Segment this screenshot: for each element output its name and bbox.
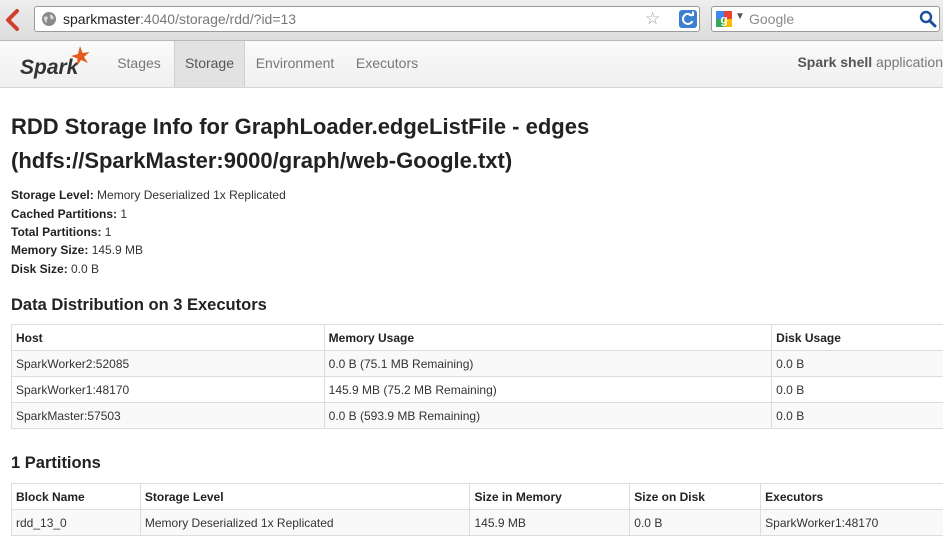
disk-usage-cell: 0.0 B — [771, 350, 943, 377]
memory-size-value: 145.9 MB — [88, 243, 144, 257]
partitions-table: Block Name Storage Level Size in Memory … — [11, 483, 943, 536]
size-on-disk-cell: 0.0 B — [629, 509, 762, 536]
memory-size-info: Memory Size: 145.9 MB — [11, 243, 143, 257]
table-row: SparkWorker1:48170 145.9 MB (75.2 MB Rem… — [11, 376, 943, 403]
cached-partitions-label: Cached Partitions: — [11, 207, 118, 221]
size-in-memory-cell: 145.9 MB — [469, 509, 631, 536]
table-row: rdd_13_0 Memory Deserialized 1x Replicat… — [11, 509, 943, 536]
column-header-memory-usage[interactable]: Memory Usage — [323, 324, 773, 351]
disk-size-info: Disk Size: 0.0 B — [11, 262, 99, 276]
url-host: sparkmaster — [63, 11, 141, 27]
column-header-storage-level[interactable]: Storage Level — [139, 483, 471, 510]
application-title: Spark shell application — [797, 41, 943, 87]
column-header-size-on-disk[interactable]: Size on Disk — [629, 483, 762, 510]
distribution-table: Host Memory Usage Disk Usage SparkWorker… — [11, 324, 943, 429]
storage-level-info: Storage Level: Memory Deserialized 1x Re… — [11, 188, 286, 202]
disk-size-value: 0.0 B — [67, 262, 100, 276]
globe-icon — [42, 12, 56, 26]
storage-level-label: Storage Level: — [11, 188, 94, 202]
block-name-cell: rdd_13_0 — [11, 509, 141, 536]
page-title: RDD Storage Info for GraphLoader.edgeLis… — [11, 114, 590, 173]
cached-partitions-info: Cached Partitions: 1 — [11, 207, 127, 221]
table-header-row: Block Name Storage Level Size in Memory … — [11, 483, 943, 510]
search-icon[interactable] — [919, 10, 937, 28]
storage-level-value: Memory Deserialized 1x Replicated — [93, 188, 286, 202]
memory-size-label: Memory Size: — [11, 243, 89, 257]
google-icon: g — [716, 11, 732, 27]
url-bar[interactable]: sparkmaster:4040/storage/rdd/?id=13 ☆ — [34, 6, 700, 32]
host-cell: SparkWorker1:48170 — [11, 376, 325, 403]
disk-usage-cell: 0.0 B — [771, 402, 943, 429]
column-header-executors[interactable]: Executors — [760, 483, 943, 510]
table-row: SparkMaster:57503 0.0 B (593.9 MB Remain… — [11, 402, 943, 429]
executors-cell: SparkWorker1:48170 — [760, 509, 943, 536]
memory-usage-cell: 0.0 B (75.1 MB Remaining) — [323, 350, 773, 377]
column-header-disk-usage[interactable]: Disk Usage — [771, 324, 943, 351]
browser-toolbar: sparkmaster:4040/storage/rdd/?id=13 ☆ g … — [0, 0, 943, 41]
distribution-title: Data Distribution on 3 Executors — [11, 296, 267, 314]
tab-environment[interactable]: Environment — [245, 41, 345, 87]
search-bar[interactable]: g ▼ Google — [711, 6, 940, 32]
storage-level-cell: Memory Deserialized 1x Replicated — [139, 509, 471, 536]
tab-stages[interactable]: Stages — [104, 41, 174, 87]
memory-usage-cell: 0.0 B (593.9 MB Remaining) — [323, 402, 773, 429]
total-partitions-info: Total Partitions: 1 — [11, 225, 111, 239]
svg-text:g: g — [720, 13, 727, 27]
url-text: sparkmaster:4040/storage/rdd/?id=13 — [63, 11, 296, 28]
search-placeholder: Google — [749, 11, 795, 27]
column-header-block-name[interactable]: Block Name — [11, 483, 141, 510]
spark-navbar: Spark Stages Storage Environment Executo… — [0, 41, 943, 88]
app-name: Spark shell — [797, 54, 873, 70]
back-arrow-icon[interactable] — [2, 8, 24, 32]
app-suffix: application — [872, 54, 943, 70]
url-path: :4040/storage/rdd/?id=13 — [140, 11, 297, 27]
table-row: SparkWorker2:52085 0.0 B (75.1 MB Remain… — [11, 350, 943, 377]
column-header-size-in-memory[interactable]: Size in Memory — [469, 483, 631, 510]
spark-logo[interactable]: Spark — [18, 43, 92, 83]
disk-usage-cell: 0.0 B — [771, 376, 943, 403]
reload-icon[interactable] — [679, 10, 697, 28]
tab-executors[interactable]: Executors — [345, 41, 429, 87]
partitions-title: 1 Partitions — [11, 454, 101, 472]
cached-partitions-value: 1 — [117, 207, 128, 221]
disk-size-label: Disk Size: — [11, 262, 68, 276]
total-partitions-label: Total Partitions: — [11, 225, 102, 239]
column-header-host[interactable]: Host — [11, 324, 325, 351]
search-engine-dropdown-icon[interactable]: ▼ — [735, 11, 745, 22]
total-partitions-value: 1 — [101, 225, 112, 239]
table-header-row: Host Memory Usage Disk Usage — [11, 324, 943, 351]
tab-storage[interactable]: Storage — [174, 41, 245, 87]
host-cell: SparkMaster:57503 — [11, 402, 325, 429]
host-cell: SparkWorker2:52085 — [11, 350, 325, 377]
spark-logo-text: Spark — [20, 56, 80, 79]
bookmark-star-icon[interactable]: ☆ — [645, 10, 660, 28]
memory-usage-cell: 145.9 MB (75.2 MB Remaining) — [323, 376, 773, 403]
